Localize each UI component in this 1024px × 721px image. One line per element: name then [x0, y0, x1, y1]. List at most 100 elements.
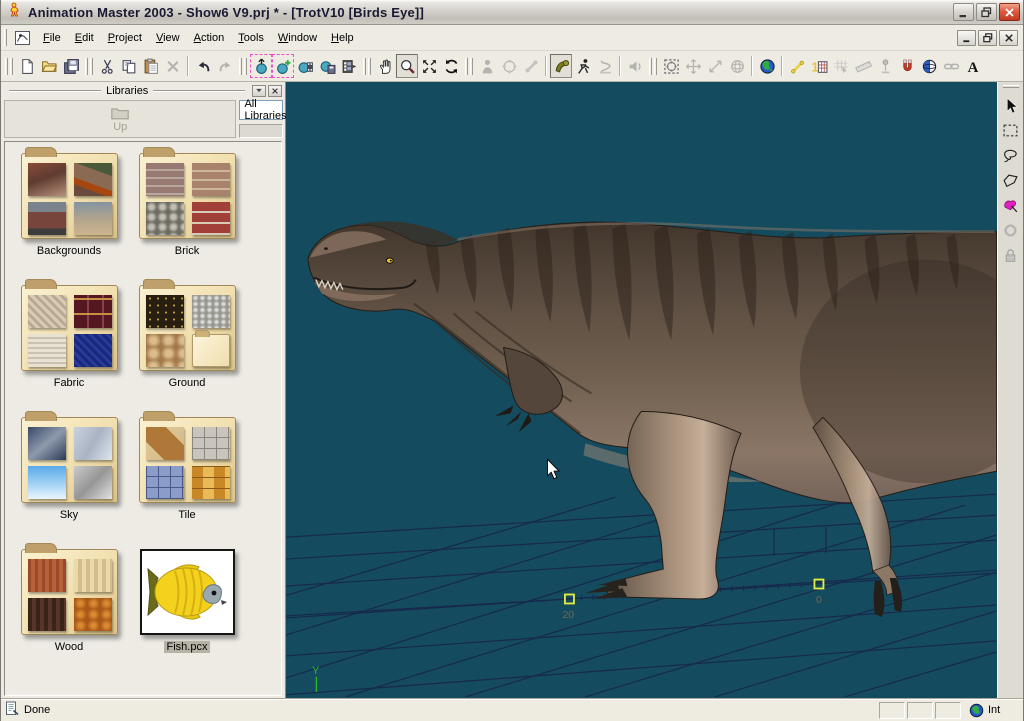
- minimize-button[interactable]: [953, 3, 974, 21]
- turn-icon: [443, 58, 460, 75]
- menu-item-view[interactable]: View: [149, 28, 187, 48]
- toolbar-grip-view[interactable]: [362, 58, 372, 75]
- bone-yellow-button[interactable]: [786, 54, 808, 78]
- menu-item-edit[interactable]: Edit: [68, 28, 101, 48]
- main-toolbar: 1A: [1, 51, 1023, 82]
- turn-button[interactable]: [440, 54, 462, 78]
- toolbar-grip-edit[interactable]: [84, 58, 94, 75]
- library-save-icon: [319, 58, 336, 75]
- undo-button[interactable]: [192, 54, 214, 78]
- skeletal-button[interactable]: [572, 54, 594, 78]
- library-add-button[interactable]: [272, 54, 294, 78]
- zoom-fit-button[interactable]: [418, 54, 440, 78]
- save-all-button[interactable]: [60, 54, 82, 78]
- menu-item-action[interactable]: Action: [187, 28, 232, 48]
- toolbar-grip-mode[interactable]: [464, 58, 474, 75]
- menu-item-tools[interactable]: Tools: [231, 28, 271, 48]
- toolbar-separator: [781, 56, 783, 76]
- thumbnail-tan-brick: [192, 163, 230, 196]
- mdi-restore-button[interactable]: [978, 30, 997, 46]
- tool-palette: [997, 82, 1023, 698]
- thumbnail-parquet: [192, 466, 230, 499]
- menu-item-window[interactable]: Window: [271, 28, 324, 48]
- library-item-fabric[interactable]: Fabric: [13, 278, 125, 391]
- library-item-tile[interactable]: Tile: [131, 410, 243, 523]
- globe-icon: [969, 703, 984, 718]
- cut-button[interactable]: [96, 54, 118, 78]
- copy-button[interactable]: [118, 54, 140, 78]
- translate-icon: [685, 58, 702, 75]
- bone-button: [520, 54, 542, 78]
- palette-grip[interactable]: [1003, 85, 1019, 88]
- thumbnail-gray-gravel: [192, 295, 230, 328]
- select-arrow-tool-button[interactable]: [1000, 93, 1022, 118]
- new-document-button[interactable]: [16, 54, 38, 78]
- library-save-button[interactable]: [316, 54, 338, 78]
- pin-icon: [877, 58, 894, 75]
- lasso-tool-button[interactable]: [1000, 143, 1022, 168]
- panel-close-button[interactable]: [268, 85, 282, 97]
- library-item-ground[interactable]: Ground: [131, 278, 243, 391]
- library-item-backgrounds[interactable]: Backgrounds: [13, 146, 125, 259]
- magnet-button[interactable]: [896, 54, 918, 78]
- bound-group-button[interactable]: [660, 54, 682, 78]
- key-skeletal-button[interactable]: 1: [808, 54, 830, 78]
- muscle-button[interactable]: [550, 54, 572, 78]
- status-zone-label: Int: [988, 704, 1000, 716]
- application-window: Animation Master 2003 - Show6 V9.prj * -…: [0, 0, 1024, 721]
- mdi-minimize-button[interactable]: [957, 30, 976, 46]
- title-bar: Animation Master 2003 - Show6 V9.prj * -…: [1, 0, 1023, 25]
- menu-item-help[interactable]: Help: [324, 28, 361, 48]
- thumbnail-storm-clouds: [28, 427, 66, 460]
- grid-snap-icon: [833, 58, 850, 75]
- library-item-label: Brick: [172, 245, 202, 257]
- library-filter-combobox[interactable]: All Libraries: [239, 100, 283, 120]
- toolbar-grip-manipulate[interactable]: [648, 58, 658, 75]
- library-up-label: Up: [113, 121, 127, 133]
- libraries-panel-header[interactable]: Libraries: [1, 82, 285, 98]
- film-button[interactable]: [338, 54, 360, 78]
- lock-tool-button: [1000, 243, 1022, 268]
- zoom-magnifier-button[interactable]: [396, 54, 418, 78]
- folder-icon: [21, 153, 118, 239]
- library-capture-button[interactable]: [294, 54, 316, 78]
- library-item-brick[interactable]: Brick: [131, 146, 243, 259]
- paste-button[interactable]: [140, 54, 162, 78]
- library-refresh-button[interactable]: [250, 54, 272, 78]
- library-add-icon: [275, 58, 292, 75]
- letter-a-button[interactable]: A: [962, 54, 984, 78]
- open-folder-button[interactable]: [38, 54, 60, 78]
- thumbnail-blue-sky: [28, 466, 66, 499]
- status-pane: [907, 702, 933, 719]
- library-item-fish-pcx[interactable]: Fish.pcx: [131, 542, 243, 655]
- world-rotate-button[interactable]: [918, 54, 940, 78]
- library-up-button[interactable]: Up: [4, 100, 236, 138]
- toolbar-grip-file[interactable]: [4, 58, 14, 75]
- close-icon: [1003, 6, 1016, 19]
- world-button[interactable]: [756, 54, 778, 78]
- close-button[interactable]: [999, 3, 1020, 21]
- library-item-wood[interactable]: Wood: [13, 542, 125, 655]
- film-icon: [341, 58, 358, 75]
- patch-select-tool-button[interactable]: [1000, 193, 1022, 218]
- menu-item-file[interactable]: File: [36, 28, 68, 48]
- panel-groove: [153, 90, 245, 92]
- mdi-close-button[interactable]: [999, 30, 1018, 46]
- library-item-sky[interactable]: Sky: [13, 410, 125, 523]
- thumbnail-diamond-wood: [146, 427, 184, 460]
- menu-item-project[interactable]: Project: [101, 28, 149, 48]
- chain-button: [940, 54, 962, 78]
- restore-button[interactable]: [976, 3, 997, 21]
- menubar-grip[interactable]: [4, 29, 7, 46]
- polygon-lasso-icon: [1002, 172, 1019, 189]
- polygon-lasso-tool-button[interactable]: [1000, 168, 1022, 193]
- bone-icon: [523, 58, 540, 75]
- viewport-birds-eye[interactable]: 20 0 Y: [286, 82, 997, 698]
- toolbar-grip-library[interactable]: [238, 58, 248, 75]
- document-icon[interactable]: [13, 29, 32, 47]
- palette-tools: [1000, 93, 1022, 268]
- panel-menu-button[interactable]: [252, 85, 266, 97]
- pan-hand-button[interactable]: [374, 54, 396, 78]
- bound-select-tool-button[interactable]: [1000, 118, 1022, 143]
- redo-icon: [217, 58, 234, 75]
